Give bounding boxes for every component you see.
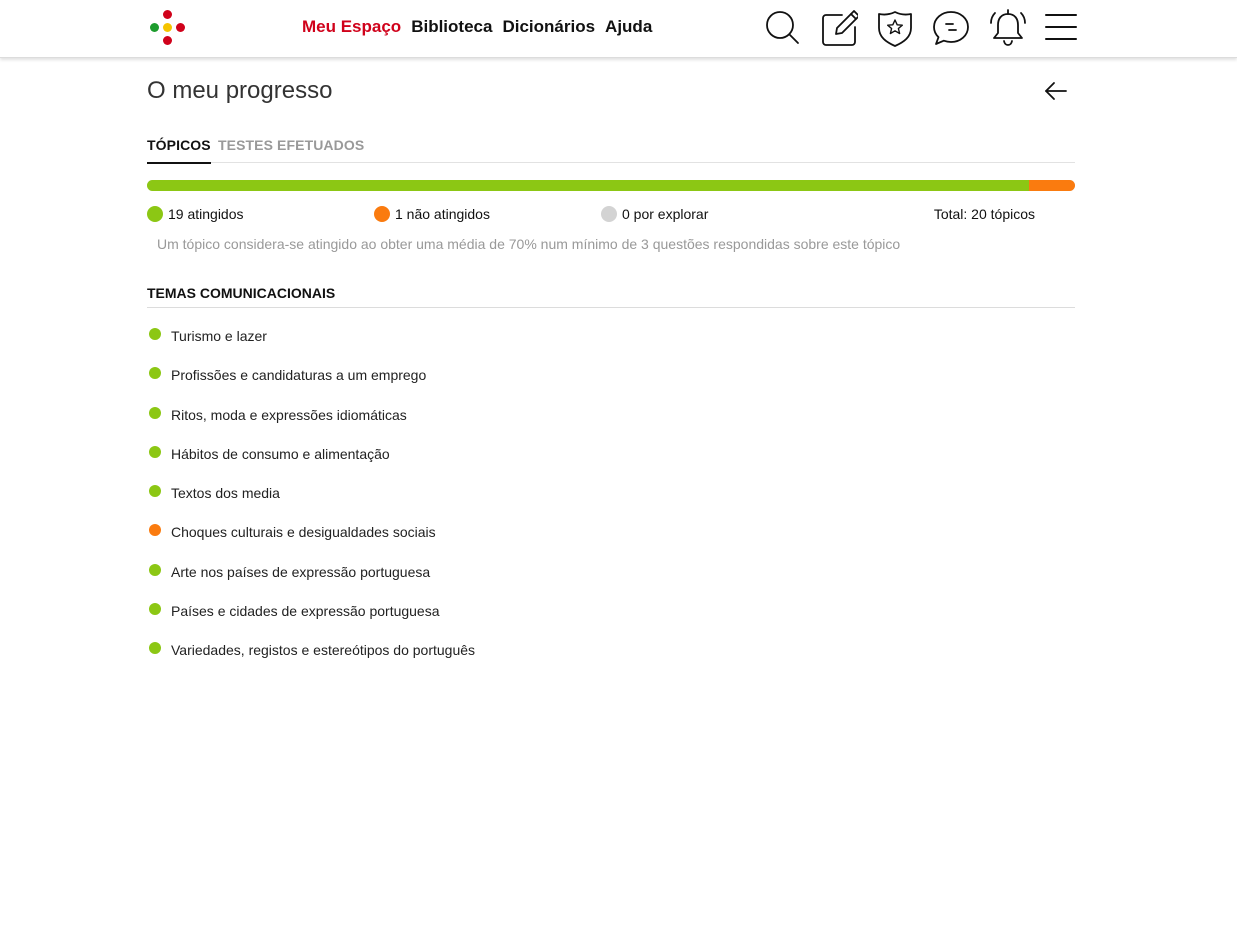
status-dot-icon: [149, 642, 161, 655]
legend-total: Total: 20 tópicos: [933, 206, 1035, 222]
progress-bar: [147, 180, 1075, 191]
legend-achieved: 19 atingidos: [147, 206, 244, 222]
page-title: O meu progresso: [147, 77, 333, 104]
top-bar: Meu Espaço Biblioteca Dicionários Ajuda: [0, 0, 1237, 58]
topic-list: Turismo e lazer Profissões e candidatura…: [147, 325, 475, 679]
topic-label[interactable]: Turismo e lazer: [171, 326, 267, 346]
status-dot-icon: [149, 563, 161, 576]
favorites-icon[interactable]: [876, 8, 914, 48]
logo[interactable]: [147, 9, 187, 47]
progress-legend: 19 atingidos 1 não atingidos 0 por explo…: [147, 206, 1075, 226]
list-item: Variedades, registos e estereótipos do p…: [147, 639, 475, 678]
logo-dot-right: [176, 23, 185, 32]
topic-label[interactable]: Ritos, moda e expressões idiomáticas: [171, 405, 407, 425]
section-title: TEMAS COMUNICACIONAIS: [147, 285, 1075, 308]
list-item: Choques culturais e desigualdades sociai…: [147, 521, 475, 560]
main-nav: Meu Espaço Biblioteca Dicionários Ajuda: [302, 17, 652, 37]
topic-label[interactable]: Textos dos media: [171, 483, 280, 503]
list-item: Países e cidades de expressão portuguesa: [147, 600, 475, 639]
status-dot-icon: [601, 206, 617, 222]
status-dot-icon: [147, 206, 163, 222]
legend-not-achieved: 1 não atingidos: [374, 206, 490, 222]
nav-meu-espaco[interactable]: Meu Espaço: [302, 17, 401, 37]
status-dot-icon: [149, 485, 161, 498]
status-dot-icon: [374, 206, 390, 222]
list-item: Hábitos de consumo e alimentação: [147, 443, 475, 482]
topic-label[interactable]: Profissões e candidaturas a um emprego: [171, 365, 426, 385]
status-dot-icon: [149, 603, 161, 616]
nav-ajuda[interactable]: Ajuda: [605, 17, 652, 37]
nav-biblioteca[interactable]: Biblioteca: [411, 17, 492, 37]
progress-segment-achieved: [147, 180, 1029, 191]
criteria-note: Um tópico considera-se atingido ao obter…: [157, 236, 901, 252]
list-item: Ritos, moda e expressões idiomáticas: [147, 404, 475, 443]
edit-icon[interactable]: [820, 8, 858, 48]
menu-icon[interactable]: [1044, 8, 1082, 48]
status-dot-icon: [149, 524, 161, 537]
progress-segment-not-achieved: [1028, 180, 1075, 191]
logo-dot-bottom: [163, 36, 172, 45]
logo-dot-top: [163, 10, 172, 19]
tab-topicos[interactable]: TÓPICOS: [147, 137, 211, 164]
topic-label[interactable]: Países e cidades de expressão portuguesa: [171, 601, 440, 621]
list-item: Arte nos países de expressão portuguesa: [147, 561, 475, 600]
list-item: Turismo e lazer: [147, 325, 475, 364]
logo-dot-center: [163, 23, 172, 32]
status-dot-icon: [149, 445, 161, 458]
search-icon[interactable]: [764, 8, 802, 48]
legend-unexplored: 0 por explorar: [601, 206, 708, 222]
notifications-icon[interactable]: [989, 8, 1027, 48]
topic-label[interactable]: Variedades, registos e estereótipos do p…: [171, 640, 475, 660]
nav-dicionarios[interactable]: Dicionários: [502, 17, 595, 37]
list-item: Textos dos media: [147, 482, 475, 521]
status-dot-icon: [149, 406, 161, 419]
topic-label[interactable]: Hábitos de consumo e alimentação: [171, 444, 390, 464]
legend-achieved-label: 19 atingidos: [168, 206, 244, 222]
topic-label[interactable]: Choques culturais e desigualdades sociai…: [171, 522, 436, 542]
logo-dot-left: [150, 23, 159, 32]
list-item: Profissões e candidaturas a um emprego: [147, 364, 475, 403]
chat-icon[interactable]: [932, 8, 970, 48]
status-dot-icon: [149, 367, 161, 380]
tab-testes-efetuados[interactable]: TESTES EFETUADOS: [218, 137, 364, 153]
legend-unexplored-label: 0 por explorar: [622, 206, 709, 222]
tabs: TÓPICOS TESTES EFETUADOS: [147, 134, 1075, 164]
status-dot-icon: [149, 328, 161, 340]
arrow-left-icon[interactable]: [1043, 78, 1069, 104]
topic-label[interactable]: Arte nos países de expressão portuguesa: [171, 562, 430, 582]
legend-not-achieved-label: 1 não atingidos: [395, 206, 490, 222]
